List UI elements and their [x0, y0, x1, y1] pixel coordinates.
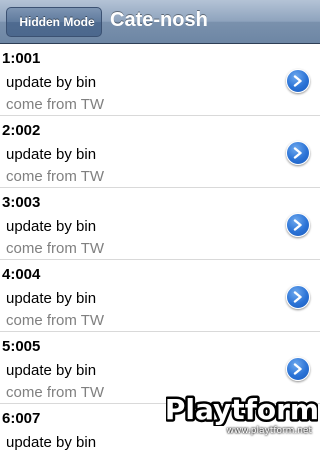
- disclosure-chevron-icon[interactable]: [286, 357, 310, 381]
- list-item-source: come from TW: [6, 168, 105, 185]
- list-item[interactable]: 3:003 update by bin come from TW: [0, 188, 320, 260]
- list-item-update: update by bin: [6, 218, 97, 235]
- list-item-update: update by bin: [6, 290, 97, 307]
- watermark-url: www.playtform.net: [226, 426, 312, 436]
- playtform-watermark: Playtform www.playtform.net: [166, 394, 318, 440]
- list-item-title: 3:003: [2, 194, 41, 211]
- list-item-update: update by bin: [6, 434, 97, 451]
- list-item-source: come from TW: [6, 240, 105, 257]
- list-item-title: 1:001: [2, 50, 41, 67]
- list-item-title: 4:004: [2, 266, 41, 283]
- list-item-source: come from TW: [6, 312, 105, 329]
- list-item[interactable]: 1:001 update by bin come from TW: [0, 44, 320, 116]
- list-item[interactable]: 2:002 update by bin come from TW: [0, 116, 320, 188]
- list-item-title: 6:007: [2, 410, 41, 427]
- navigation-bar: Hidden Mode Cate-nosh: [0, 0, 320, 44]
- disclosure-chevron-icon[interactable]: [286, 141, 310, 165]
- list-item[interactable]: 4:004 update by bin come from TW: [0, 260, 320, 332]
- list-item-update: update by bin: [6, 362, 97, 379]
- list-item-title: 2:002: [2, 122, 41, 139]
- page-title: Cate-nosh: [110, 9, 208, 31]
- disclosure-chevron-icon[interactable]: [286, 69, 310, 93]
- back-button[interactable]: Hidden Mode: [6, 7, 102, 37]
- disclosure-chevron-icon[interactable]: [286, 213, 310, 237]
- list-item-source: come from TW: [6, 384, 105, 401]
- playtform-logo: Playtform: [166, 394, 318, 426]
- disclosure-chevron-icon[interactable]: [286, 285, 310, 309]
- list-item-update: update by bin: [6, 146, 97, 163]
- back-button-wrap[interactable]: Hidden Mode: [0, 5, 102, 38]
- list-item-source: come from TW: [6, 96, 105, 113]
- list-item-title: 5:005: [2, 338, 41, 355]
- list-item-update: update by bin: [6, 74, 97, 91]
- watermark-logo-text: Playtform: [166, 394, 318, 426]
